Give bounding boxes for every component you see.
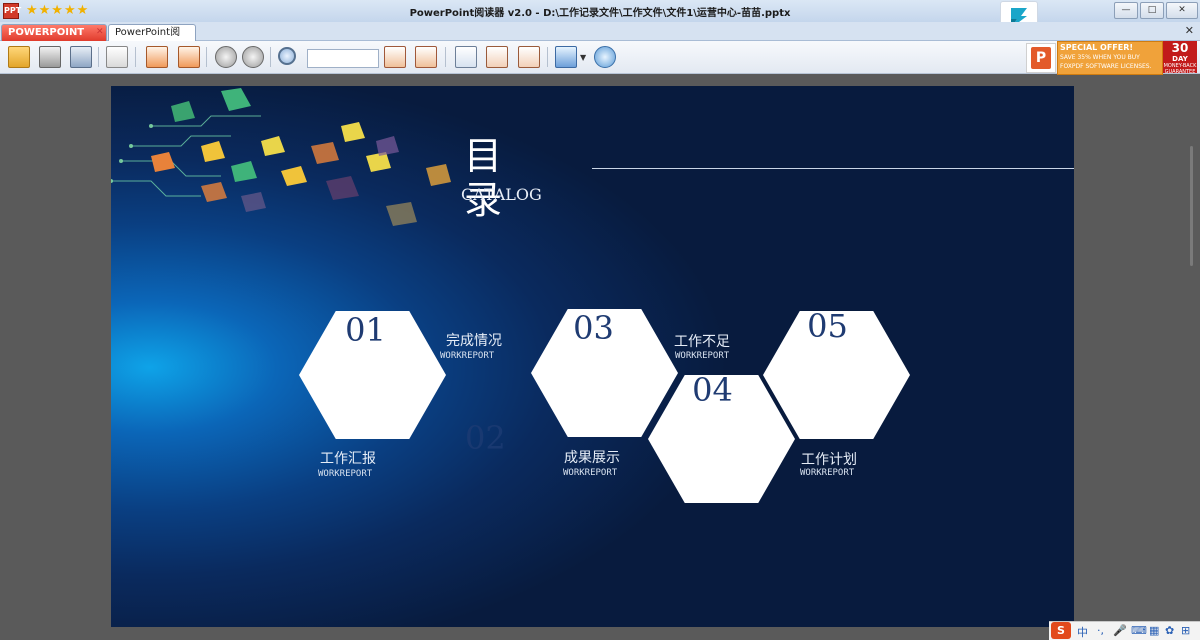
search-input[interactable] bbox=[307, 49, 379, 68]
slide-title: 目录 bbox=[464, 134, 503, 222]
window-controls: — □ ✕ bbox=[1114, 2, 1198, 19]
microphone-icon[interactable]: 🎤 bbox=[1113, 624, 1127, 637]
dropdown-icon[interactable]: ▼ bbox=[580, 53, 586, 62]
label-en-01: WORKREPORT bbox=[318, 469, 373, 479]
label-en-02: WORKREPORT bbox=[440, 351, 495, 361]
slide-subtitle: CATALOG bbox=[461, 185, 542, 204]
skin-icon[interactable]: ▦ bbox=[1149, 624, 1159, 637]
search-icon[interactable] bbox=[278, 47, 296, 65]
tab-close-icon[interactable]: ✕ bbox=[96, 27, 104, 37]
apps-grid-icon[interactable]: ⊞ bbox=[1181, 624, 1190, 637]
tools-icon[interactable] bbox=[555, 46, 577, 68]
find-prev-icon[interactable] bbox=[384, 46, 406, 68]
sogou-ime-icon[interactable]: S bbox=[1051, 622, 1071, 639]
close-button[interactable]: ✕ bbox=[1166, 2, 1198, 19]
label-cn-05: 工作计划 bbox=[801, 452, 857, 468]
view-normal-icon[interactable] bbox=[455, 46, 477, 68]
promo-text: SPECIAL OFFER! SAVE 35% WHEN YOU BUY FOX… bbox=[1057, 41, 1163, 75]
language-toggle[interactable]: 中 bbox=[1077, 624, 1088, 640]
promo-days-badge: 30 DAY MONEY-BACK GUARANTEE bbox=[1163, 41, 1197, 75]
ime-tray: S 中 ·, 🎤 ⌨ ▦ ✿ ⊞ bbox=[1049, 621, 1200, 640]
foxpdf-logo: P bbox=[1026, 43, 1056, 73]
minimize-button[interactable]: — bbox=[1114, 2, 1138, 19]
hexagon-number-05: 05 bbox=[807, 307, 848, 345]
view-slide-icon[interactable] bbox=[486, 46, 508, 68]
label-cn-02: 完成情况 bbox=[446, 333, 502, 349]
help-icon[interactable] bbox=[594, 46, 616, 68]
next-slide-icon[interactable] bbox=[178, 46, 200, 68]
open-icon[interactable] bbox=[8, 46, 30, 68]
vertical-scrollbar[interactable] bbox=[1190, 146, 1193, 266]
slides-icon[interactable] bbox=[106, 46, 128, 68]
tab-powerpoint-reader[interactable]: PowerPoint阅读器 bbox=[108, 24, 196, 54]
view-notes-icon[interactable] bbox=[518, 46, 540, 68]
punctuation-icon[interactable]: ·, bbox=[1097, 624, 1104, 637]
tab-bar: POWERPOINT ✕ PowerPoint阅读器 ✕ bbox=[0, 22, 1200, 54]
label-en-04: WORKREPORT bbox=[675, 351, 730, 361]
label-cn-04: 工作不足 bbox=[674, 334, 730, 350]
flower-icon[interactable]: ✿ bbox=[1165, 624, 1174, 637]
page-down-icon[interactable] bbox=[242, 46, 264, 68]
tab-powerpoint[interactable]: POWERPOINT bbox=[1, 24, 107, 41]
slide-canvas: 目录 CATALOG 01 03 04 05 02 工作汇报 WORKREPOR… bbox=[111, 86, 1074, 627]
prev-slide-icon[interactable] bbox=[146, 46, 168, 68]
decorative-circuit-pattern bbox=[111, 88, 451, 226]
promo-banner[interactable]: P SPECIAL OFFER! SAVE 35% WHEN YOU BUY F… bbox=[1026, 41, 1200, 75]
page-up-icon[interactable] bbox=[215, 46, 237, 68]
find-next-icon[interactable] bbox=[415, 46, 437, 68]
label-en-05: WORKREPORT bbox=[800, 468, 855, 478]
label-en-03: WORKREPORT bbox=[563, 468, 618, 478]
keyboard-icon[interactable]: ⌨ bbox=[1131, 624, 1147, 637]
toolbar: ▼ P SPECIAL OFFER! SAVE 35% WHEN YOU BUY… bbox=[0, 41, 1200, 75]
hexagon-number-01: 01 bbox=[345, 311, 386, 349]
maximize-button[interactable]: □ bbox=[1140, 2, 1164, 19]
tabbar-close-icon[interactable]: ✕ bbox=[1185, 24, 1194, 37]
label-cn-03: 成果展示 bbox=[564, 450, 620, 466]
ghost-number-02: 02 bbox=[465, 419, 506, 457]
title-bar: PPT ★★★★★ PowerPoint阅读器 v2.0 - D:\工作记录文件… bbox=[0, 0, 1200, 36]
print-icon[interactable] bbox=[39, 46, 61, 68]
label-cn-01: 工作汇报 bbox=[320, 451, 376, 467]
fullscreen-icon[interactable] bbox=[70, 46, 92, 68]
title-divider-line bbox=[592, 168, 1074, 169]
